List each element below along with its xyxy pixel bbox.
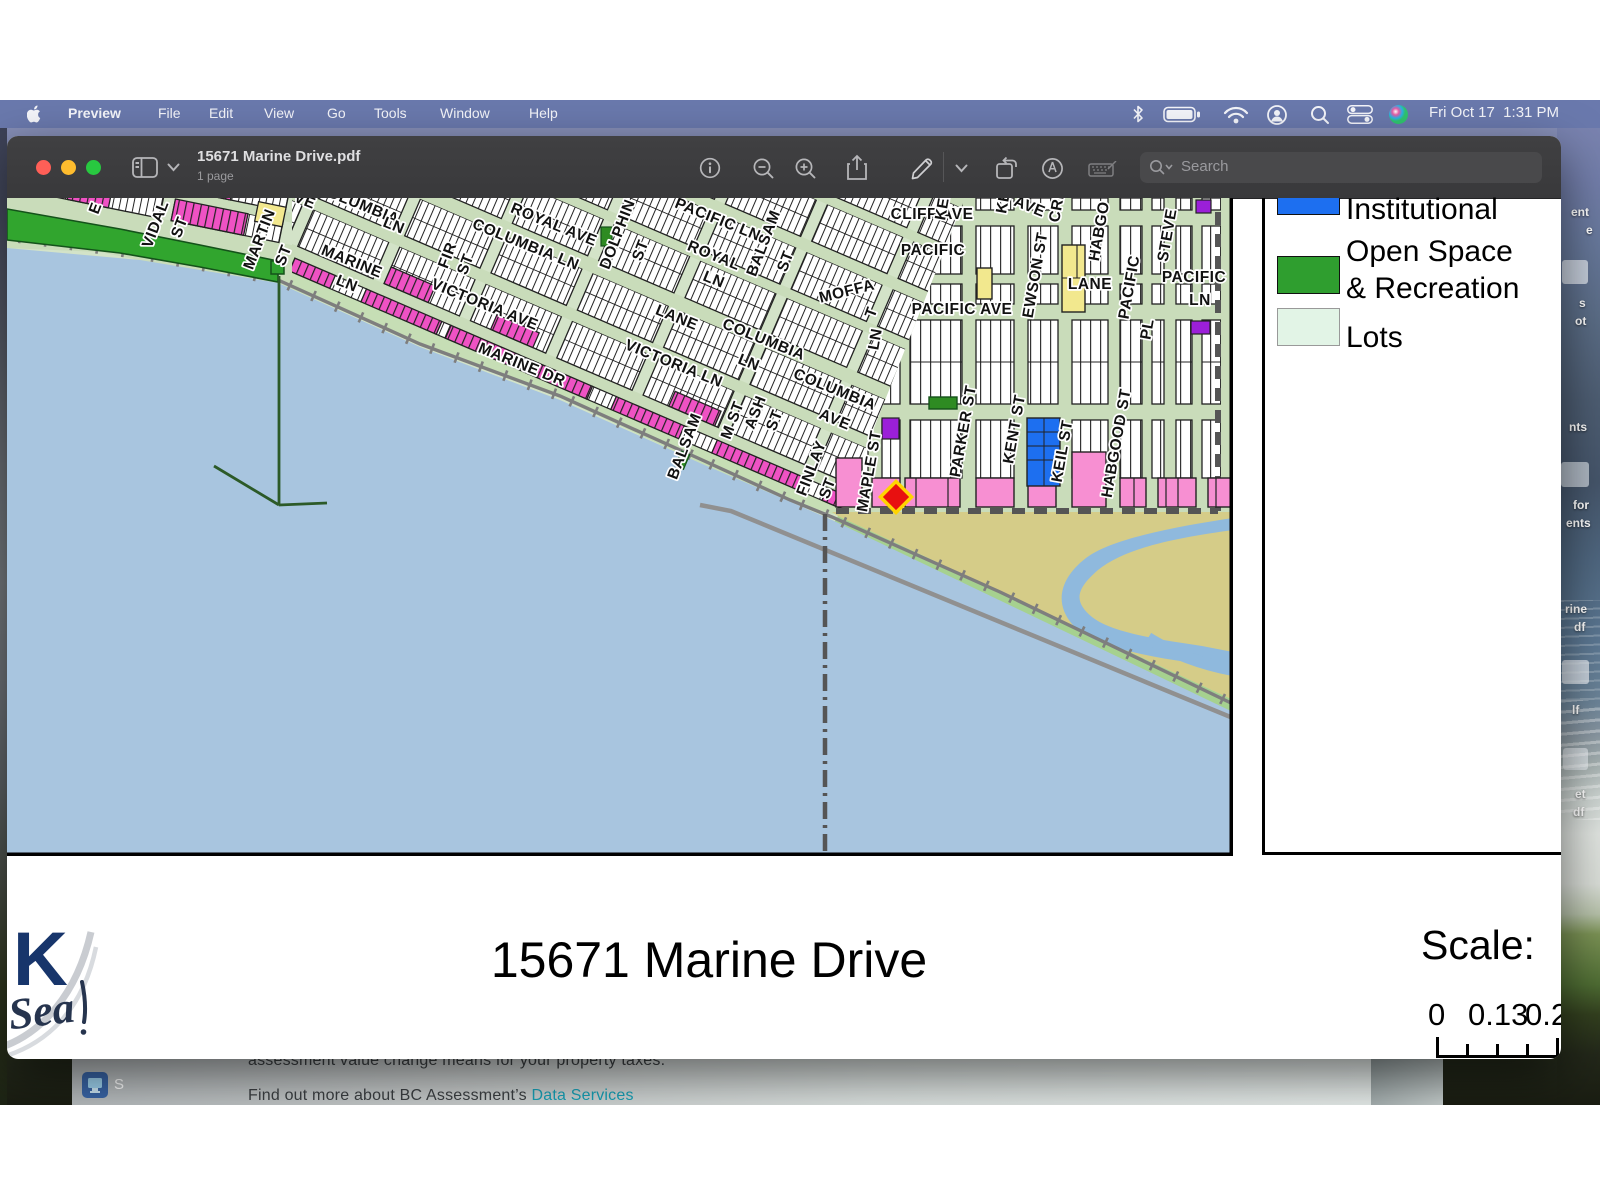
- svg-text:PACIFIC: PACIFIC: [901, 242, 965, 259]
- svg-text:PACIFIC: PACIFIC: [1162, 269, 1226, 286]
- svg-text:LN: LN: [1189, 292, 1211, 309]
- svg-text:PL: PL: [1137, 317, 1157, 340]
- svg-text:Sea: Sea: [7, 983, 77, 1040]
- svg-text:LANE: LANE: [1068, 276, 1112, 293]
- svg-text:PACIFIC AVE: PACIFIC AVE: [912, 301, 1013, 318]
